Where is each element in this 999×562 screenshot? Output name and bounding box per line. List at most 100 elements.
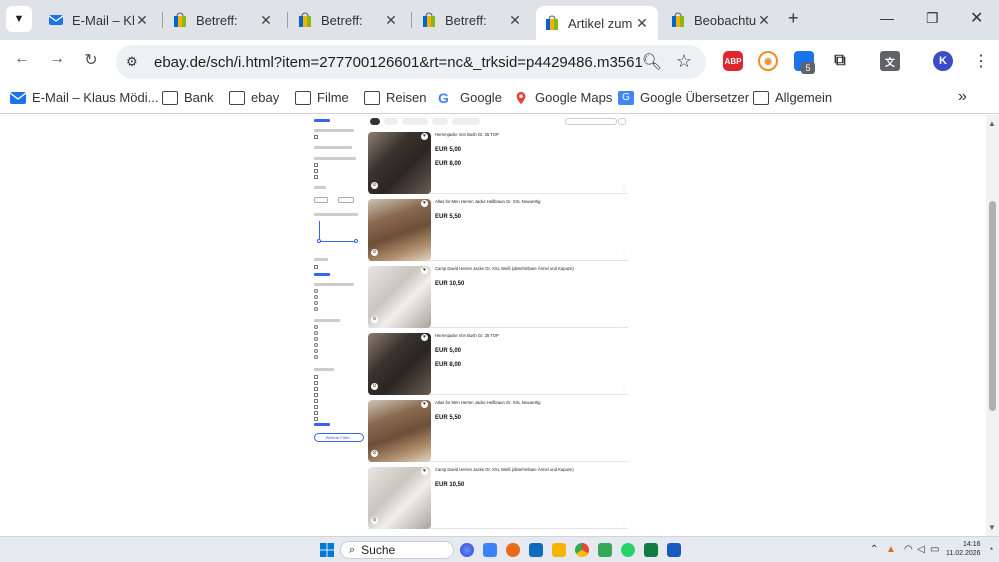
listing-title[interactable]: Atlas for Men Herren Jacke Hellbraun Gr.… <box>435 400 541 405</box>
shield-extension-icon[interactable]: ◉ <box>758 51 778 71</box>
close-icon[interactable]: ✕ <box>258 12 274 29</box>
listing-title[interactable]: Atlas for Men Herren Jacke Hellbraun Gr.… <box>435 199 541 204</box>
bookmark-google-translate[interactable]: G Google Übersetzer <box>618 90 749 105</box>
watch-icon[interactable]: ⊙ <box>371 383 378 390</box>
back-icon[interactable]: ← <box>10 50 34 68</box>
app-orange-icon[interactable] <box>506 543 520 557</box>
listing-more-icon[interactable]: ⋮ <box>622 385 626 390</box>
tab-artikel[interactable]: Artikel zum ✕ <box>536 6 658 40</box>
watch-icon[interactable]: ⊙ <box>371 517 378 524</box>
minimize-icon[interactable]: — <box>880 10 894 26</box>
url-text[interactable]: ebay.de/sch/i.html?item=277700126601&rt=… <box>154 54 644 71</box>
listing-more-icon[interactable]: ⋮ <box>622 318 626 323</box>
chevron-up-icon[interactable]: ⌃ <box>870 544 878 555</box>
site-info-icon[interactable]: ⚙ <box>126 54 146 70</box>
reload-icon[interactable]: ↻ <box>79 50 103 70</box>
listing-more-icon[interactable]: ⋮ <box>622 184 626 189</box>
page-scrollbar[interactable]: ▲ ▼ <box>986 115 999 536</box>
heart-icon[interactable]: ♥ <box>421 401 428 408</box>
watch-icon[interactable]: ⊙ <box>371 182 378 189</box>
listing-more-icon[interactable]: ⋮ <box>622 251 626 256</box>
close-icon[interactable]: ✕ <box>507 12 523 29</box>
new-tab-button[interactable]: + <box>788 8 799 29</box>
bookmark-filme[interactable]: Filme <box>295 90 349 105</box>
more-bookmarks-button[interactable]: » <box>958 88 967 106</box>
bookmark-ebay[interactable]: ebay <box>229 90 279 105</box>
view-toggle-button[interactable] <box>618 118 626 125</box>
app-green-icon[interactable] <box>598 543 612 557</box>
sort-dropdown[interactable] <box>565 118 617 125</box>
watch-icon[interactable]: ⊙ <box>371 249 378 256</box>
heart-icon[interactable]: ♥ <box>421 468 428 475</box>
bookmark-reisen[interactable]: Reisen <box>364 90 426 105</box>
puzzle-extensions-icon[interactable]: ⧉ <box>830 51 850 71</box>
taskbar-clock[interactable]: 14:16 11.02.2026 <box>946 540 981 558</box>
scroll-down-icon[interactable]: ▼ <box>988 523 996 532</box>
close-icon[interactable]: ✕ <box>634 15 650 32</box>
translate-extension-icon[interactable]: 文 <box>880 51 900 71</box>
scrollbar-thumb[interactable] <box>989 201 996 411</box>
bookmark-allgemein[interactable]: Allgemein <box>753 90 832 105</box>
copilot-icon[interactable] <box>460 543 474 557</box>
listing-item[interactable]: ♥ ⊙ Camp David Herren Jacke Gr. XXL Weiß… <box>368 465 628 529</box>
scroll-up-icon[interactable]: ▲ <box>988 119 996 128</box>
tab-beobachtung[interactable]: Beobachtu ✕ <box>662 6 780 34</box>
listing-title[interactable]: Herrenjacke Von Bush Gr. 25 TOP <box>435 132 499 137</box>
listing-title[interactable]: Herrenjacke Von Bush Gr. 25 TOP <box>435 333 499 338</box>
restore-icon[interactable]: ❐ <box>926 10 939 27</box>
word-icon[interactable] <box>667 543 681 557</box>
address-bar[interactable]: ⚙ ebay.de/sch/i.html?item=277700126601&r… <box>116 45 706 79</box>
zoom-icon[interactable]: 🔍︎ <box>642 52 662 72</box>
heart-icon[interactable]: ♥ <box>421 334 428 341</box>
windows-start-icon[interactable] <box>320 543 334 557</box>
heart-icon[interactable]: ♥ <box>421 200 428 207</box>
excel-icon[interactable] <box>644 543 658 557</box>
watch-icon[interactable]: ⊙ <box>371 450 378 457</box>
bookmark-email[interactable]: E-Mail – Klaus Mödi... <box>10 90 158 105</box>
close-icon[interactable]: ✕ <box>383 12 399 29</box>
listing-item[interactable]: ♥ ⊙ Atlas for Men Herren Jacke Hellbraun… <box>368 197 628 261</box>
chrome-icon[interactable] <box>575 543 589 557</box>
chip-buy-now[interactable] <box>402 118 428 125</box>
profile-avatar[interactable]: K <box>933 51 953 71</box>
tab-betreff-2[interactable]: Betreff: ✕ <box>289 6 407 34</box>
battery-icon[interactable]: ▭ <box>930 544 939 555</box>
bookmark-bank[interactable]: Bank <box>162 90 214 105</box>
listing-title[interactable]: Camp David Herren Jacke Gr. XXL Weiß (ab… <box>435 266 574 271</box>
tab-betreff-3[interactable]: Betreff: ✕ <box>413 6 531 34</box>
listing-more-icon[interactable]: ⋮ <box>622 452 626 457</box>
close-icon[interactable]: ✕ <box>756 12 772 29</box>
chip-location[interactable] <box>452 118 480 125</box>
close-icon[interactable]: ✕ <box>134 12 150 29</box>
bookmark-google[interactable]: G Google <box>438 90 502 105</box>
tab-betreff-1[interactable]: Betreff: ✕ <box>164 6 282 34</box>
whatsapp-icon[interactable] <box>621 543 635 557</box>
widgets-icon[interactable] <box>483 543 497 557</box>
taskbar-search[interactable]: ⌕ Suche <box>340 541 454 559</box>
bookmark-google-maps[interactable]: Google Maps <box>513 90 612 105</box>
adblock-plus-icon[interactable]: ABP <box>723 51 743 71</box>
file-explorer-icon[interactable] <box>552 543 566 557</box>
listing-item[interactable]: ♥ ⊙ Camp David Herren Jacke Gr. XXL Weiß… <box>368 264 628 328</box>
notification-bell-icon[interactable]: ◔ <box>988 544 993 554</box>
chip-condition[interactable] <box>432 118 448 125</box>
tray-app-icon[interactable]: ▲ <box>886 544 896 555</box>
tab-email[interactable]: E-Mail – Kl ✕ <box>40 6 158 34</box>
heart-icon[interactable]: ♥ <box>421 267 428 274</box>
chip-all[interactable] <box>370 118 380 125</box>
heart-icon[interactable]: ♥ <box>421 133 428 140</box>
app-blue-icon[interactable] <box>529 543 543 557</box>
watch-icon[interactable]: ⊙ <box>371 316 378 323</box>
window-close-icon[interactable]: ✕ <box>970 8 983 28</box>
listing-title[interactable]: Camp David Herren Jacke Gr. XXL Weiß (ab… <box>435 467 574 472</box>
bookmark-star-icon[interactable]: ☆ <box>676 51 692 72</box>
listing-more-icon[interactable]: ⋮ <box>622 519 626 524</box>
menu-kebab-icon[interactable]: ⋮ <box>973 51 989 71</box>
forward-icon[interactable]: → <box>45 50 69 68</box>
listing-item[interactable]: ♥ ⊙ Herrenjacke Von Bush Gr. 25 TOP EUR … <box>368 130 628 194</box>
listing-item[interactable]: ♥ ⊙ Atlas for Men Herren Jacke Hellbraun… <box>368 398 628 462</box>
speaker-icon[interactable]: ◁ <box>917 544 925 555</box>
wifi-icon[interactable]: ◠ <box>904 544 913 555</box>
more-filters-button[interactable]: Weitere Filter... <box>314 433 364 442</box>
chip-auction[interactable] <box>384 118 398 125</box>
